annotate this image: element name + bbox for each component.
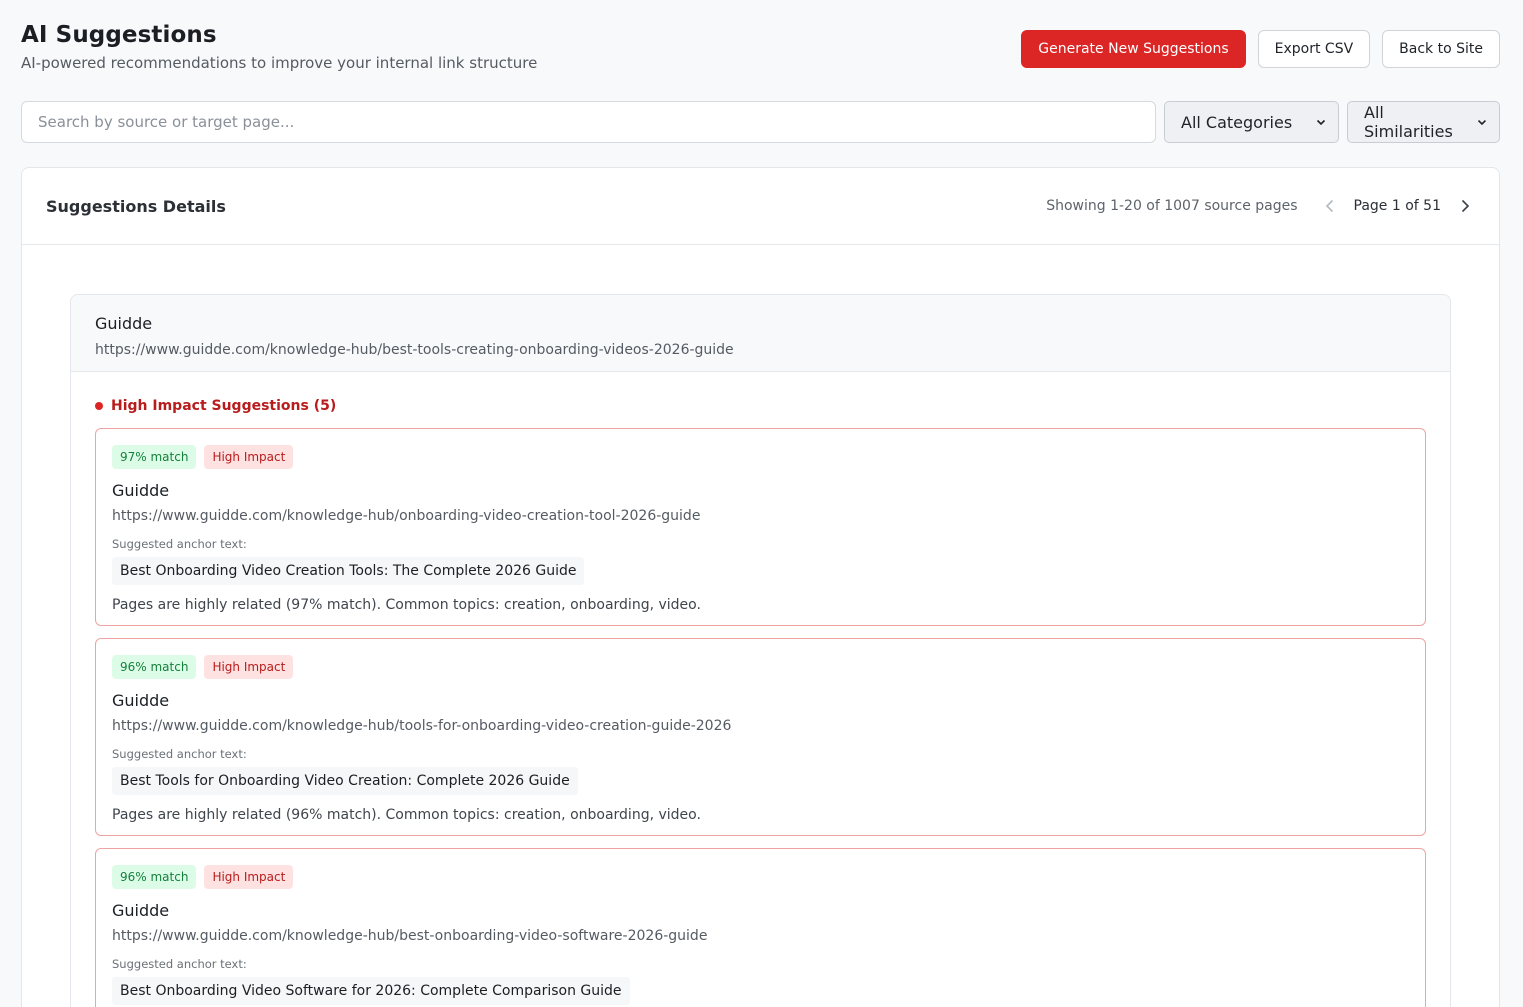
match-badge: 97% match xyxy=(112,445,197,469)
page-title: AI Suggestions xyxy=(21,22,217,48)
similarity-select-value: All Similarities xyxy=(1364,103,1453,141)
pagination: Showing 1-20 of 1007 source pages Page 1… xyxy=(1046,196,1475,216)
impact-badge: High Impact xyxy=(204,655,294,679)
generate-suggestions-button[interactable]: Generate New Suggestions xyxy=(1021,30,1246,68)
category-select-value: All Categories xyxy=(1181,112,1293,132)
suggestion-card[interactable]: 96% match High Impact Guidde https://www… xyxy=(95,848,1426,1007)
suggestion-card[interactable]: 96% match High Impact Guidde https://www… xyxy=(95,638,1426,836)
suggestion-list: 97% match High Impact Guidde https://www… xyxy=(95,428,1426,1007)
target-page-url: https://www.guidde.com/knowledge-hub/too… xyxy=(112,718,732,734)
pagination-summary: Showing 1-20 of 1007 source pages xyxy=(1046,198,1298,214)
target-page-url: https://www.guidde.com/knowledge-hub/bes… xyxy=(112,928,708,944)
chevron-left-icon xyxy=(1325,199,1333,213)
anchor-text-label: Suggested anchor text: xyxy=(112,957,247,971)
target-page-name: Guidde xyxy=(112,901,170,920)
suggestion-reason: Pages are highly related (96% match). Co… xyxy=(112,807,701,823)
category-select[interactable]: All Categories xyxy=(1164,101,1339,143)
page-header: AI Suggestions AI-powered recommendation… xyxy=(21,22,537,72)
match-badge: 96% match xyxy=(112,865,197,889)
source-page-card: Guidde https://www.guidde.com/knowledge-… xyxy=(70,294,1451,1007)
chevron-right-icon xyxy=(1461,199,1470,213)
filter-bar: All Categories All Similarities xyxy=(21,101,1500,143)
source-page-url: https://www.guidde.com/knowledge-hub/bes… xyxy=(95,342,734,358)
high-impact-group-header: High Impact Suggestions (5) xyxy=(95,398,1450,414)
suggestion-reason: Pages are highly related (97% match). Co… xyxy=(112,597,701,613)
anchor-text-label: Suggested anchor text: xyxy=(112,537,247,551)
suggestion-card[interactable]: 97% match High Impact Guidde https://www… xyxy=(95,428,1426,626)
impact-badge: High Impact xyxy=(204,445,294,469)
badge-row: 96% match High Impact xyxy=(112,865,1409,889)
chevron-down-icon xyxy=(1477,119,1487,126)
anchor-text-value: Best Tools for Onboarding Video Creation… xyxy=(112,767,578,795)
source-page-name: Guidde xyxy=(95,314,153,333)
next-page-button[interactable] xyxy=(1455,196,1475,216)
panel-header: Suggestions Details Showing 1-20 of 1007… xyxy=(22,168,1499,245)
target-page-name: Guidde xyxy=(112,691,170,710)
target-page-name: Guidde xyxy=(112,481,170,500)
group-label: High Impact Suggestions (5) xyxy=(111,398,337,414)
similarity-select[interactable]: All Similarities xyxy=(1347,101,1500,143)
search-input[interactable] xyxy=(21,101,1156,143)
page-subtitle: AI-powered recommendations to improve yo… xyxy=(21,54,538,72)
anchor-text-value: Best Onboarding Video Software for 2026:… xyxy=(112,977,630,1005)
status-dot-icon xyxy=(95,402,103,410)
badge-row: 96% match High Impact xyxy=(112,655,1409,679)
chevron-down-icon xyxy=(1316,119,1326,126)
badge-row: 97% match High Impact xyxy=(112,445,1409,469)
match-badge: 96% match xyxy=(112,655,197,679)
back-to-site-button[interactable]: Back to Site xyxy=(1382,30,1500,68)
header-actions: Generate New Suggestions Export CSV Back… xyxy=(1021,30,1500,68)
suggestions-panel: Suggestions Details Showing 1-20 of 1007… xyxy=(21,167,1500,1007)
anchor-text-value: Best Onboarding Video Creation Tools: Th… xyxy=(112,557,585,585)
source-page-header: Guidde https://www.guidde.com/knowledge-… xyxy=(71,295,1450,372)
export-csv-button[interactable]: Export CSV xyxy=(1257,30,1371,68)
page-indicator: Page 1 of 51 xyxy=(1353,198,1441,214)
prev-page-button[interactable] xyxy=(1320,196,1340,216)
impact-badge: High Impact xyxy=(204,865,294,889)
anchor-text-label: Suggested anchor text: xyxy=(112,747,247,761)
panel-title: Suggestions Details xyxy=(46,196,226,216)
target-page-url: https://www.guidde.com/knowledge-hub/onb… xyxy=(112,508,701,524)
